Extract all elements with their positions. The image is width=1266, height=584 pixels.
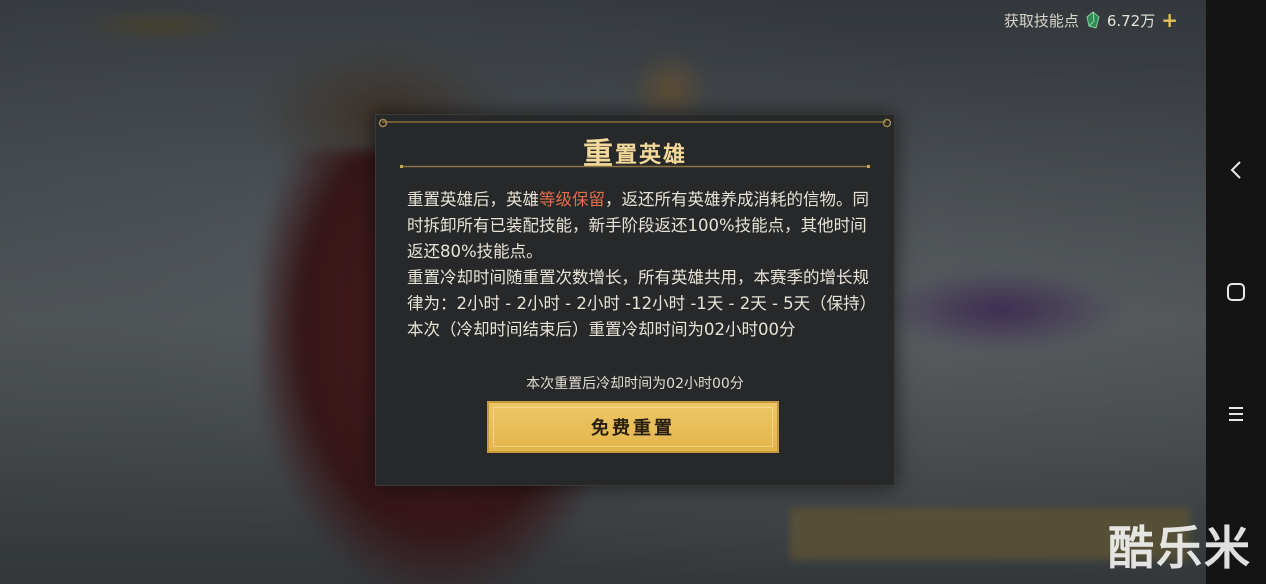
watermark-logo: 酷乐米	[1108, 521, 1252, 575]
skill-points-resource[interactable]: 获取技能点 6.72万 +	[1004, 8, 1178, 32]
home-square-icon	[1227, 283, 1245, 301]
back-button[interactable]	[1206, 150, 1266, 190]
skill-points-label: 获取技能点	[1003, 11, 1079, 30]
system-navigation-bar	[1206, 0, 1266, 584]
body-text: 重置英雄后，英雄	[407, 190, 539, 209]
dialog-frame-top	[382, 121, 886, 123]
recents-button[interactable]	[1206, 394, 1266, 434]
dialog-body: 重置英雄后，英雄等级保留，返还所有英雄养成消耗的信物。同时拆卸所有已装配技能，新…	[407, 187, 877, 343]
menu-lines-icon	[1229, 407, 1243, 421]
corner-ornament-icon	[378, 118, 388, 128]
back-chevron-icon	[1230, 161, 1241, 179]
body-paragraph-3: 本次（冷却时间结束后）重置冷却时间为02小时00分	[407, 320, 796, 339]
body-paragraph-2: 重置冷却时间随重置次数增长，所有英雄共用，本赛季的增长规律为：2小时 - 2小时…	[407, 268, 877, 313]
add-skill-points-button[interactable]: +	[1161, 10, 1178, 30]
level-kept-highlight: 等级保留	[539, 190, 605, 209]
free-reset-button[interactable]: 免费重置	[487, 401, 779, 453]
cooldown-note: 本次重置后冷却时间为02小时00分	[526, 376, 744, 392]
skill-points-amount: 6.72万	[1106, 11, 1156, 30]
title-divider	[400, 165, 870, 168]
free-reset-button-label: 免费重置	[591, 418, 675, 439]
reset-hero-dialog: 重置英雄 重置英雄后，英雄等级保留，返还所有英雄养成消耗的信物。同时拆卸所有已装…	[375, 114, 895, 486]
home-button[interactable]	[1206, 272, 1266, 312]
green-gem-icon	[1086, 11, 1100, 29]
corner-ornament-icon	[882, 118, 892, 128]
body-paragraph-1: 重置英雄后，英雄等级保留，返还所有英雄养成消耗的信物。同时拆卸所有已装配技能，新…	[407, 187, 869, 265]
